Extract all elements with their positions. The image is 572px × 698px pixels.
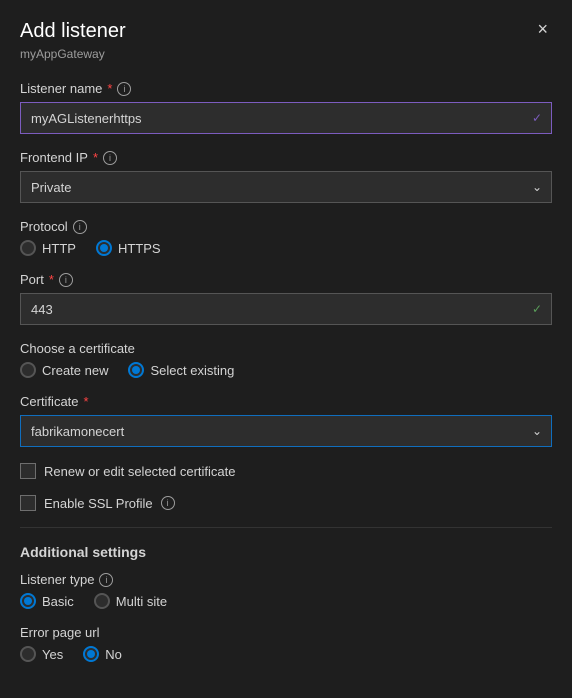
required-star: * <box>107 81 112 96</box>
required-star-frontend: * <box>93 150 98 165</box>
error-page-url-yes-label: Yes <box>42 647 63 662</box>
additional-settings-section: Additional settings Listener type i Basi… <box>20 544 552 662</box>
listener-name-input-wrapper: ✓ <box>20 102 552 134</box>
certificate-select-wrapper: fabrikamonecert ⌄ <box>20 415 552 447</box>
port-info-icon[interactable]: i <box>59 273 73 287</box>
enable-ssl-profile-label: Enable SSL Profile <box>44 496 153 511</box>
error-page-url-group: Error page url Yes No <box>20 625 552 662</box>
listener-type-group: Listener type i Basic Multi site <box>20 572 552 609</box>
renew-certificate-checkbox[interactable] <box>20 463 36 479</box>
frontend-ip-select-wrapper: Private Public ⌄ <box>20 171 552 203</box>
listener-type-radio-group: Basic Multi site <box>20 593 552 609</box>
listener-type-basic-option[interactable]: Basic <box>20 593 74 609</box>
certificate-select[interactable]: fabrikamonecert <box>20 415 552 447</box>
protocol-http-radio[interactable] <box>20 240 36 256</box>
protocol-http-option[interactable]: HTTP <box>20 240 76 256</box>
panel-subtitle: myAppGateway <box>20 47 552 61</box>
listener-type-basic-radio[interactable] <box>20 593 36 609</box>
required-star-port: * <box>49 272 54 287</box>
port-select-wrapper: 443 ✓ <box>20 293 552 325</box>
frontend-ip-group: Frontend IP * i Private Public ⌄ <box>20 150 552 203</box>
listener-name-info-icon[interactable]: i <box>117 82 131 96</box>
certificate-label: Certificate * <box>20 394 552 409</box>
error-page-url-label: Error page url <box>20 625 552 640</box>
enable-ssl-profile-option[interactable]: Enable SSL Profile i <box>20 495 552 511</box>
add-listener-panel: Add listener × myAppGateway Listener nam… <box>0 0 572 698</box>
protocol-group: Protocol i HTTP HTTPS <box>20 219 552 256</box>
port-group: Port * i 443 ✓ <box>20 272 552 325</box>
additional-settings-heading: Additional settings <box>20 544 552 560</box>
listener-type-info-icon[interactable]: i <box>99 573 113 587</box>
protocol-https-label: HTTPS <box>118 241 161 256</box>
create-new-radio[interactable] <box>20 362 36 378</box>
required-star-cert: * <box>84 394 89 409</box>
frontend-ip-label: Frontend IP * i <box>20 150 552 165</box>
protocol-radio-group: HTTP HTTPS <box>20 240 552 256</box>
error-page-url-yes-radio[interactable] <box>20 646 36 662</box>
ssl-profile-info-icon[interactable]: i <box>161 496 175 510</box>
port-select[interactable]: 443 <box>20 293 552 325</box>
listener-name-group: Listener name * i ✓ <box>20 81 552 134</box>
frontend-ip-select[interactable]: Private Public <box>20 171 552 203</box>
protocol-info-icon[interactable]: i <box>73 220 87 234</box>
create-new-option[interactable]: Create new <box>20 362 108 378</box>
error-page-url-radio-group: Yes No <box>20 646 552 662</box>
choose-certificate-group: Choose a certificate Create new Select e… <box>20 341 552 378</box>
certificate-group: Certificate * fabrikamonecert ⌄ <box>20 394 552 447</box>
renew-certificate-group: Renew or edit selected certificate <box>20 463 552 479</box>
protocol-http-label: HTTP <box>42 241 76 256</box>
listener-type-label: Listener type i <box>20 572 552 587</box>
choose-certificate-label: Choose a certificate <box>20 341 552 356</box>
error-page-url-no-label: No <box>105 647 122 662</box>
section-divider <box>20 527 552 528</box>
panel-header: Add listener × <box>20 20 552 43</box>
select-existing-radio[interactable] <box>128 362 144 378</box>
listener-name-input[interactable] <box>20 102 552 134</box>
renew-certificate-option[interactable]: Renew or edit selected certificate <box>20 463 552 479</box>
renew-certificate-label: Renew or edit selected certificate <box>44 464 235 479</box>
error-page-url-no-option[interactable]: No <box>83 646 122 662</box>
listener-type-basic-label: Basic <box>42 594 74 609</box>
listener-name-label: Listener name * i <box>20 81 552 96</box>
close-button[interactable]: × <box>533 20 552 38</box>
protocol-https-radio[interactable] <box>96 240 112 256</box>
create-new-label: Create new <box>42 363 108 378</box>
error-page-url-no-radio[interactable] <box>83 646 99 662</box>
select-existing-option[interactable]: Select existing <box>128 362 234 378</box>
protocol-label: Protocol i <box>20 219 552 234</box>
listener-type-multisite-radio[interactable] <box>94 593 110 609</box>
listener-type-multisite-option[interactable]: Multi site <box>94 593 167 609</box>
enable-ssl-profile-checkbox[interactable] <box>20 495 36 511</box>
enable-ssl-profile-group: Enable SSL Profile i <box>20 495 552 511</box>
select-existing-label: Select existing <box>150 363 234 378</box>
port-label: Port * i <box>20 272 552 287</box>
error-page-url-yes-option[interactable]: Yes <box>20 646 63 662</box>
certificate-choice-radio-group: Create new Select existing <box>20 362 552 378</box>
panel-title: Add listener <box>20 20 126 43</box>
listener-type-multisite-label: Multi site <box>116 594 167 609</box>
frontend-ip-info-icon[interactable]: i <box>103 151 117 165</box>
protocol-https-option[interactable]: HTTPS <box>96 240 161 256</box>
